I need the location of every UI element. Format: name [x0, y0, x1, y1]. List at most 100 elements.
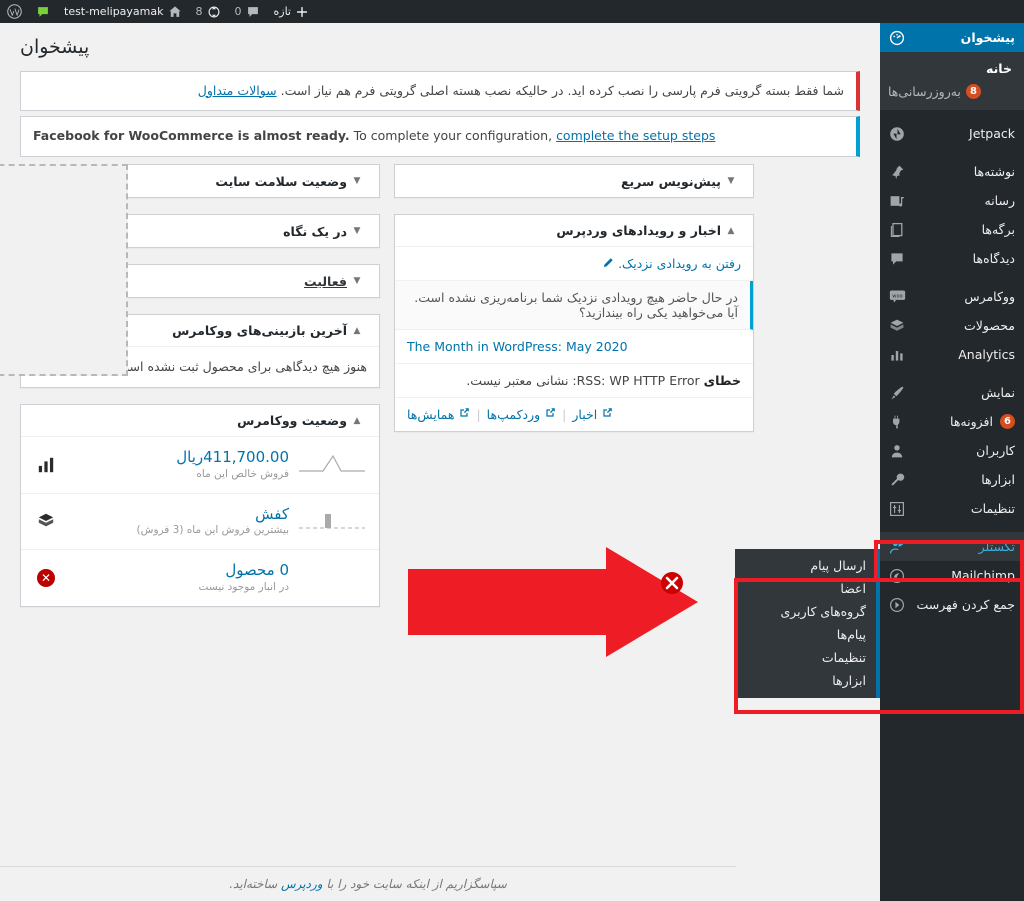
- sidebar-item-label: نمایش: [913, 385, 1015, 400]
- sidebar-item-label: جمع کردن فهرست: [913, 597, 1015, 612]
- widget-header[interactable]: پیش‌نویس سریع ▼: [395, 165, 753, 197]
- chevron-up-icon[interactable]: ▲: [347, 321, 367, 341]
- x-mark-glyph: ✕: [37, 569, 55, 587]
- sidebar-item-comments[interactable]: دیدگاه‌ها: [880, 244, 1024, 273]
- sidebar-item-mailchimp[interactable]: Mailchimp: [880, 561, 1024, 590]
- sidebar-item-appearance[interactable]: نمایش: [880, 378, 1024, 407]
- wc-top-seller-value: کفش: [255, 505, 289, 523]
- sidebar-item-dashboard[interactable]: پیشخوان: [880, 23, 1024, 52]
- nearby-event-link[interactable]: رفتن به رویدادی نزدیک.: [618, 256, 741, 271]
- sidebar-item-products[interactable]: محصولات: [880, 311, 1024, 340]
- menu-separator: [880, 110, 1024, 119]
- sidebar-item-settings[interactable]: تنظیمات: [880, 494, 1024, 523]
- adminbar-site-name-label: test-melipayamak: [64, 5, 164, 18]
- notice-text: شما فقط بسته گرویتی فرم پارسی را نصب کرد…: [281, 83, 844, 98]
- sidebar-item-analytics[interactable]: Analytics: [880, 340, 1024, 369]
- sidebar-item-media[interactable]: رسانه: [880, 186, 1024, 215]
- footer-wordpress-link[interactable]: وردپرس: [281, 877, 323, 891]
- chevron-up-icon[interactable]: ▲: [721, 221, 741, 241]
- rss-error-code: RSS: WP HTTP Error: [577, 373, 700, 388]
- adminbar-new-content[interactable]: تازه: [267, 0, 317, 23]
- link-divider: |: [476, 407, 480, 422]
- wc-net-sales-value: 411,700.00ریال: [176, 448, 289, 466]
- pencil-icon[interactable]: [601, 256, 614, 271]
- wc-top-seller-label: بیشترین فروش این ماه (3 فروش): [67, 523, 289, 539]
- news-article-link[interactable]: The Month in WordPress: May 2020: [407, 339, 628, 354]
- sidebar-item-textcaster[interactable]: تکستلر: [880, 532, 1024, 561]
- sidebar-item-label: نوشته‌ها: [913, 164, 1015, 179]
- wc-status-row-top-seller[interactable]: کفش بیشترین فروش این ماه (3 فروش): [21, 494, 379, 551]
- sidebar-item-plugins[interactable]: افزونه‌ها 6: [880, 407, 1024, 436]
- news-article-row: The Month in WordPress: May 2020: [395, 330, 753, 364]
- wc-status-row-out-of-stock[interactable]: ✕ 0 محصول در انبار موجود نیست: [21, 550, 379, 606]
- notice-facebook-woocommerce: Facebook for WooCommerce is almost ready…: [20, 116, 860, 157]
- news-nearby-event-row: رفتن به رویدادی نزدیک.: [395, 247, 753, 281]
- wc-out-of-stock-value: 0 محصول: [225, 561, 289, 579]
- sidebar-item-jetpack[interactable]: Jetpack: [880, 119, 1024, 148]
- footer-link-news[interactable]: اخبار: [572, 407, 613, 422]
- adminbar-site-name[interactable]: test-melipayamak: [57, 0, 189, 23]
- main-content: پیشخوان شما فقط بسته گرویتی فرم پارسی را…: [0, 23, 880, 901]
- widget-header[interactable]: اخبار و رویدادهای وردپرس ▲: [395, 215, 753, 247]
- sidebar-item-collapse-menu[interactable]: جمع کردن فهرست: [880, 590, 1024, 619]
- chevron-down-icon[interactable]: ▼: [347, 271, 367, 291]
- chevron-down-icon[interactable]: ▼: [721, 171, 741, 191]
- dashboard-icon: [888, 29, 906, 47]
- footer-link-label: اخبار: [572, 407, 597, 422]
- flyout-item-send-message[interactable]: ارسال پیام: [735, 554, 876, 577]
- widget-title: اخبار و رویدادهای وردپرس: [407, 223, 721, 238]
- page-header: پیشخوان: [0, 23, 880, 66]
- sidebar-item-label: Analytics: [913, 347, 1015, 362]
- sidebar-plugins-badge: 6: [1000, 414, 1015, 429]
- sidebar-item-label: ووکامرس: [913, 289, 1015, 304]
- menu-separator: [880, 273, 1024, 282]
- flyout-item-tools[interactable]: ابزارها: [735, 669, 876, 692]
- sidebar-item-tools[interactable]: ابزارها: [880, 465, 1024, 494]
- svg-text:woo: woo: [892, 293, 902, 299]
- textcaster-icon: [888, 538, 906, 556]
- notice-faq-link[interactable]: سوالات متداول: [198, 83, 277, 98]
- flyout-item-user-groups[interactable]: گروه‌های کاربری: [735, 600, 876, 623]
- sidebar-subitem-home[interactable]: خانه: [880, 57, 1024, 80]
- sidebar-item-label: محصولات: [913, 318, 1015, 333]
- sidebar-item-users[interactable]: کاربران: [880, 436, 1024, 465]
- sidebar-item-label: تکستلر: [913, 539, 1015, 554]
- chevron-down-icon[interactable]: ▼: [347, 221, 367, 241]
- notice-bold-text: Facebook for WooCommerce is almost ready…: [33, 128, 350, 143]
- external-link-icon: [458, 407, 470, 422]
- adminbar-updates[interactable]: 8: [189, 0, 228, 23]
- link-divider: |: [562, 407, 566, 422]
- news-footer-links: همایش‌ها | وردکمپ‌ها | اخبار: [395, 398, 753, 431]
- widget-header[interactable]: وضعیت ووکامرس ▲: [21, 405, 379, 437]
- sidebar-item-label: Mailchimp: [913, 568, 1015, 583]
- chevron-down-icon[interactable]: ▼: [347, 171, 367, 191]
- updates-icon: [207, 5, 221, 19]
- footer-link-wordcamps[interactable]: وردکمپ‌ها: [487, 407, 557, 422]
- sidebar-item-label: برگه‌ها: [913, 222, 1015, 237]
- sidebar-item-posts[interactable]: نوشته‌ها: [880, 157, 1024, 186]
- sidebar-item-label: Jetpack: [913, 126, 1015, 141]
- adminbar-comments[interactable]: 0: [228, 0, 267, 23]
- x-mark-annotation: [660, 571, 684, 599]
- sidebar-item-woocommerce[interactable]: woo ووکامرس: [880, 282, 1024, 311]
- adminbar-chat[interactable]: [29, 0, 57, 23]
- flyout-item-members[interactable]: اعضا: [735, 577, 876, 600]
- media-icon: [888, 192, 906, 210]
- footer-link-meetups[interactable]: همایش‌ها: [407, 407, 470, 422]
- adminbar-wp-logo[interactable]: [0, 0, 29, 23]
- wc-status-row-net-sales[interactable]: 411,700.00ریال فروش خالص این ماه: [21, 437, 379, 494]
- flyout-item-messages[interactable]: پیام‌ها: [735, 623, 876, 646]
- flyout-item-settings[interactable]: تنظیمات: [735, 646, 876, 669]
- adminbar-comments-count: 0: [235, 5, 242, 18]
- sidebar-item-pages[interactable]: برگه‌ها: [880, 215, 1024, 244]
- pin-icon: [888, 163, 906, 181]
- widget-title: وضعیت ووکامرس: [33, 413, 347, 428]
- pages-icon: [888, 221, 906, 239]
- external-link-icon: [601, 407, 613, 422]
- widget-wc-status: وضعیت ووکامرس ▲ 411,700.00ریال فروش خالص…: [20, 404, 380, 607]
- chevron-up-icon[interactable]: ▲: [347, 411, 367, 431]
- footer-text-after: ساخته‌اید.: [229, 877, 277, 891]
- admin-bar: test-melipayamak 8 0 تازه: [0, 0, 1024, 23]
- sidebar-subitem-updates[interactable]: به‌روزرسانی‌ها 8: [880, 80, 1024, 103]
- notice-setup-link[interactable]: complete the setup steps: [556, 128, 715, 143]
